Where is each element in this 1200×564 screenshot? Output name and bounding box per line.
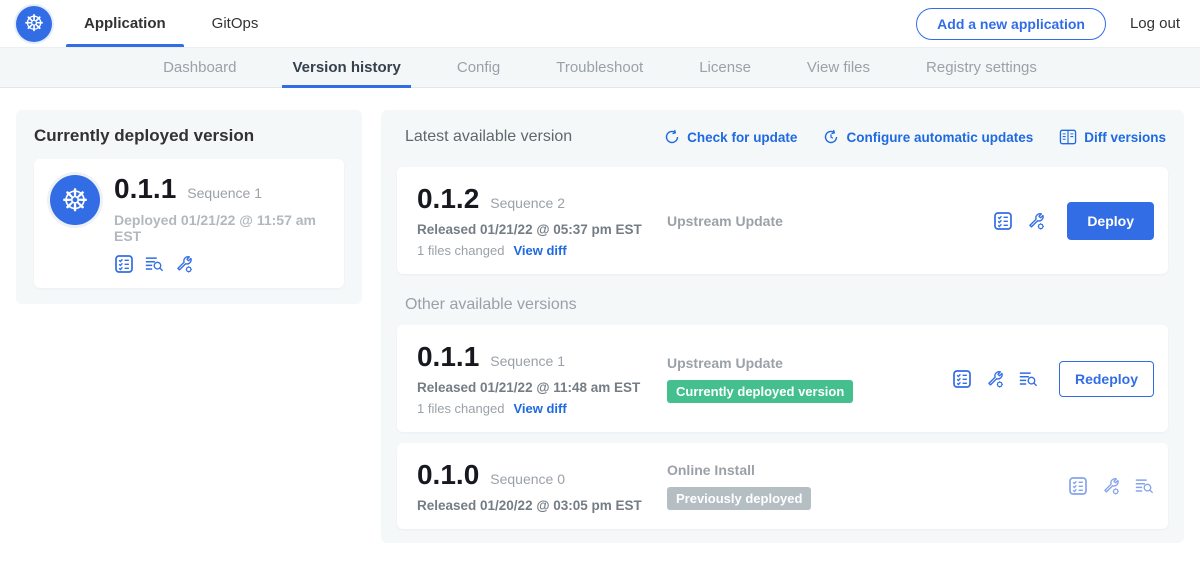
top-tab-bar: Application GitOps [78, 0, 264, 47]
tab-application[interactable]: Application [78, 0, 172, 47]
add-application-button[interactable]: Add a new application [916, 8, 1106, 40]
deployed-timestamp: Deployed 01/21/22 @ 11:57 am EST [114, 212, 328, 244]
edit-config-icon[interactable] [1026, 211, 1046, 231]
released-timestamp: Released 01/21/22 @ 11:48 am EST [417, 380, 667, 395]
view-logs-icon[interactable] [1134, 476, 1154, 496]
diff-icon [1059, 129, 1077, 145]
version-card: 0.1.1 Sequence 1 Released 01/21/22 @ 11:… [397, 325, 1168, 432]
app-logo: ☸ [16, 0, 52, 47]
files-changed-label: 1 files changed [417, 243, 504, 258]
previously-deployed-badge: Previously deployed [667, 487, 811, 510]
redeploy-button[interactable]: Redeploy [1059, 361, 1154, 397]
check-for-update-link[interactable]: Check for update [664, 129, 797, 145]
tab-version-history[interactable]: Version history [282, 48, 410, 87]
deployed-version-card: ☸ 0.1.1 Sequence 1 Deployed 01/21/22 @ 1… [34, 159, 344, 288]
released-timestamp: Released 01/20/22 @ 03:05 pm EST [417, 498, 667, 513]
release-notes-icon[interactable] [114, 254, 134, 274]
view-config-icon[interactable] [1101, 476, 1121, 496]
files-changed-label: 1 files changed [417, 401, 504, 416]
version-number: 0.1.2 [417, 183, 479, 215]
kubernetes-logo-icon: ☸ [16, 6, 52, 42]
version-number: 0.1.1 [417, 341, 479, 373]
release-notes-icon[interactable] [993, 211, 1013, 231]
other-versions-title: Other available versions [405, 296, 1168, 314]
sequence-label: Sequence 0 [490, 471, 565, 487]
top-nav: ☸ Application GitOps Add a new applicati… [0, 0, 1200, 47]
tab-dashboard[interactable]: Dashboard [153, 48, 246, 87]
view-diff-link[interactable]: View diff [513, 401, 566, 416]
tab-config[interactable]: Config [447, 48, 510, 87]
version-number: 0.1.0 [417, 459, 479, 491]
version-source-label: Upstream Update [667, 355, 952, 371]
released-timestamp: Released 01/21/22 @ 05:37 pm EST [417, 222, 667, 237]
deployed-sequence-label: Sequence 1 [187, 185, 262, 201]
view-diff-link[interactable]: View diff [513, 243, 566, 258]
deploy-button[interactable]: Deploy [1067, 202, 1154, 240]
app-sub-nav: Dashboard Version history Config Trouble… [0, 47, 1200, 88]
sequence-label: Sequence 1 [490, 353, 565, 369]
version-card: 0.1.0 Sequence 0 Released 01/20/22 @ 03:… [397, 443, 1168, 529]
deployed-panel-title: Currently deployed version [34, 126, 344, 146]
view-logs-icon[interactable] [144, 254, 164, 274]
latest-available-title: Latest available version [405, 128, 572, 146]
currently-deployed-panel: Currently deployed version ☸ 0.1.1 Seque… [16, 110, 362, 304]
tab-registry-settings[interactable]: Registry settings [916, 48, 1047, 87]
version-card: 0.1.2 Sequence 2 Released 01/21/22 @ 05:… [397, 167, 1168, 274]
sequence-label: Sequence 2 [490, 195, 565, 211]
version-source-label: Upstream Update [667, 213, 952, 229]
view-logs-icon[interactable] [1018, 369, 1038, 389]
logout-button[interactable]: Log out [1130, 15, 1186, 32]
schedule-refresh-icon [823, 129, 839, 145]
configure-automatic-updates-link[interactable]: Configure automatic updates [823, 129, 1033, 145]
version-source-label: Online Install [667, 462, 952, 478]
edit-config-icon[interactable] [174, 254, 194, 274]
edit-config-icon[interactable] [985, 369, 1005, 389]
tab-license[interactable]: License [689, 48, 761, 87]
deployed-version-number: 0.1.1 [114, 173, 176, 205]
tab-view-files[interactable]: View files [797, 48, 880, 87]
refresh-icon [664, 129, 680, 145]
tab-gitops[interactable]: GitOps [206, 0, 265, 47]
currently-deployed-badge: Currently deployed version [667, 380, 853, 403]
release-notes-icon[interactable] [1068, 476, 1088, 496]
diff-versions-link[interactable]: Diff versions [1059, 129, 1166, 145]
available-versions-panel: Latest available version Check for updat… [381, 110, 1184, 543]
release-notes-icon[interactable] [952, 369, 972, 389]
tab-troubleshoot[interactable]: Troubleshoot [546, 48, 653, 87]
kubernetes-app-icon: ☸ [50, 175, 100, 225]
